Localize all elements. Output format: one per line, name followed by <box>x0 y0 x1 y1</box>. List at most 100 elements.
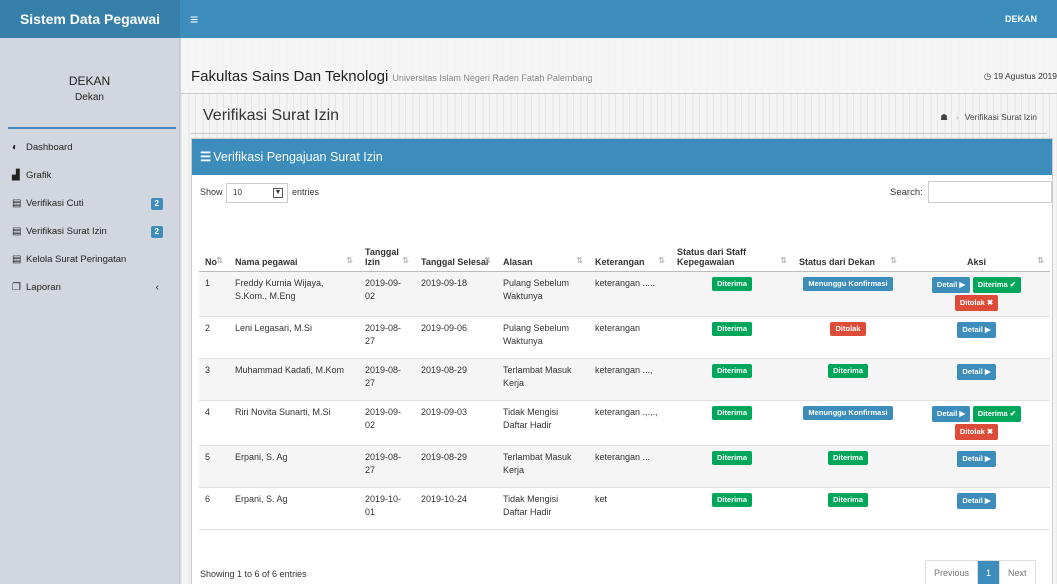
column-header[interactable]: Status dari Staff Kepegawaian ⇅ <box>671 227 793 272</box>
sidebar-item-dashboard[interactable]: ◐ Dashboard <box>0 134 179 162</box>
user-menu[interactable]: DEKAN <box>1005 0 1037 38</box>
sort-icon[interactable]: ⇅ <box>484 256 491 265</box>
table-row: 2 Leni Legasari, M.Si 2019-08-27 2019-09-06… <box>199 316 1050 359</box>
row-number-cell: 3 <box>199 358 229 401</box>
sort-icon[interactable]: ⇅ <box>780 256 787 265</box>
chevron-left-icon[interactable]: ‹ <box>156 274 159 302</box>
accept-button[interactable]: Diterima ✔ <box>972 276 1022 293</box>
menu-toggle-icon[interactable]: ≡ <box>190 0 198 38</box>
column-header-label: Status dari Dekan <box>799 256 876 267</box>
detail-button[interactable]: Detail ▶ <box>957 492 996 509</box>
sidebar: DEKAN Dekan ◐ Dashboard ▟ Grafik ▤ Verifikasi… <box>0 38 180 584</box>
leave-table: No ⇅ Nama pegawai ⇅ Tanggal Izin ⇅ Tanggal Sel… <box>199 227 1050 530</box>
sort-icon[interactable]: ⇅ <box>402 256 409 265</box>
actions-cell: Detail ▶ <box>903 487 1050 530</box>
sidebar-item-verifikasi-surat-izin[interactable]: ▤ Verifikasi Surat Izin 2 <box>0 218 179 246</box>
column-header-label: Aksi <box>966 256 986 267</box>
column-header[interactable]: Aksi ⇅ <box>903 227 1050 272</box>
column-header[interactable]: Alasan ⇅ <box>497 227 589 272</box>
status-badge: Diterima <box>711 363 752 378</box>
search-input[interactable] <box>928 181 1052 203</box>
detail-button[interactable]: Detail ▶ <box>957 321 996 338</box>
reject-button[interactable]: Ditolak ✖ <box>954 423 999 440</box>
dean-status-cell: Ditolak <box>793 316 903 359</box>
detail-button[interactable]: Detail ▶ <box>957 363 996 380</box>
status-badge: Ditolak <box>830 321 866 336</box>
pagination-previous[interactable]: Previous <box>926 561 977 584</box>
employee-name: Muhammad Kadafi, M.Kom <box>235 364 345 375</box>
sort-icon[interactable]: ⇅ <box>216 256 223 265</box>
column-header[interactable]: Nama pegawai ⇅ <box>229 227 359 272</box>
copy-icon: ❐ <box>12 282 21 293</box>
status-badge: Diterima <box>711 276 752 291</box>
end-date-cell: 2019-10-24 <box>415 487 497 530</box>
sidebar-menu: ◐ Dashboard ▟ Grafik ▤ Verifikasi Cuti 2 ▤ Verif… <box>0 134 179 302</box>
sidebar-item-laporan[interactable]: ❐ Laporan ‹ <box>0 274 179 302</box>
remarks-cell: keterangan ... <box>589 445 671 488</box>
dean-status-cell: Menunggu Konfirmasi <box>793 400 903 446</box>
row-number-cell: 1 <box>199 271 229 317</box>
entries-length-select[interactable]: 10 ▼ <box>226 183 288 203</box>
detail-button[interactable]: Detail ▶ <box>931 276 971 293</box>
pagination-page-1[interactable]: 1 <box>977 561 1001 584</box>
pagination-next[interactable]: Next <box>1000 561 1035 584</box>
sidebar-item-label: Verifikasi Surat Izin <box>26 226 107 237</box>
end-date: 2019-09-03 <box>421 406 468 417</box>
sort-icon[interactable]: ⇅ <box>1037 256 1044 265</box>
end-date: 2019-08-29 <box>421 451 468 462</box>
dean-status-cell: Diterima <box>793 445 903 488</box>
remarks-cell: keterangan ..... <box>589 271 671 317</box>
detail-button[interactable]: Detail ▶ <box>957 450 996 467</box>
remarks-cell: keterangan <box>589 316 671 359</box>
detail-button[interactable]: Detail ▶ <box>931 405 971 422</box>
sidebar-item-label: Grafik <box>26 170 52 181</box>
row-number: 5 <box>205 451 211 462</box>
page-title: Verifikasi Surat Izin <box>203 107 340 124</box>
reject-button[interactable]: Ditolak ✖ <box>954 294 999 311</box>
sort-icon[interactable]: ⇅ <box>890 256 897 265</box>
column-header-label: Tanggal Izin <box>365 246 399 267</box>
sort-icon[interactable]: ⇅ <box>346 256 353 265</box>
table-header-row: No ⇅ Nama pegawai ⇅ Tanggal Izin ⇅ Tanggal Sel… <box>199 227 1050 272</box>
column-header[interactable]: Tanggal Selesai ⇅ <box>415 227 497 272</box>
entries-length-value: 10 <box>233 188 242 197</box>
remarks: keterangan ..... <box>595 277 656 288</box>
column-header[interactable]: No ⇅ <box>199 227 229 272</box>
home-icon[interactable]: ☗ <box>940 112 948 122</box>
column-header[interactable]: Tanggal Izin ⇅ <box>359 227 415 272</box>
sidebar-item-label: Dashboard <box>26 142 73 153</box>
row-number: 4 <box>205 406 211 417</box>
entries-label: entries <box>292 187 320 197</box>
sort-icon[interactable]: ⇅ <box>576 256 583 265</box>
column-header-label: No <box>205 256 217 267</box>
accept-button[interactable]: Diterima ✔ <box>972 405 1022 422</box>
sidebar-item-grafik[interactable]: ▟ Grafik <box>0 162 179 190</box>
column-header[interactable]: Keterangan ⇅ <box>589 227 671 272</box>
count-badge: 2 <box>150 226 163 238</box>
reason: Terlambat Masuk Kerja <box>503 364 572 388</box>
search-label: Search: <box>890 187 923 198</box>
status-badge: Diterima <box>827 492 868 507</box>
row-number-cell: 4 <box>199 400 229 446</box>
remarks: ket <box>595 493 608 504</box>
remarks: keterangan ..., <box>595 364 653 375</box>
reason: Pulang Sebelum Waktunya <box>503 277 570 301</box>
end-date-cell: 2019-09-06 <box>415 316 497 359</box>
remarks: keterangan ... <box>595 451 651 462</box>
faculty-title: Fakultas Sains Dan Teknologi Universitas … <box>191 68 592 85</box>
user-role: Dekan <box>75 92 104 103</box>
end-date-cell: 2019-09-03 <box>415 400 497 446</box>
employee-name-cell: Riri Novita Sunarti, M.Si <box>229 400 359 446</box>
breadcrumb-current: Verifikasi Surat Izin <box>964 112 1037 122</box>
sidebar-item-verifikasi-cuti[interactable]: ▤ Verifikasi Cuti 2 <box>0 190 179 218</box>
column-header[interactable]: Status dari Dekan ⇅ <box>793 227 903 272</box>
table-row: 5 Erpani, S. Ag 2019-08-27 2019-08-29 Terlam… <box>199 445 1050 488</box>
bar-chart-icon: ▟ <box>12 170 20 181</box>
sidebar-item-kelola-surat-peringatan[interactable]: ▤ Kelola Surat Peringatan <box>0 246 179 274</box>
dean-status-cell: Diterima <box>793 487 903 530</box>
app-brand[interactable]: Sistem Data Pegawai <box>0 0 180 38</box>
staff-status-cell: Diterima <box>671 400 793 446</box>
employee-name: Erpani, S. Ag <box>235 493 288 504</box>
faculty-header: Fakultas Sains Dan Teknologi Universitas … <box>181 38 1057 94</box>
sort-icon[interactable]: ⇅ <box>658 256 665 265</box>
